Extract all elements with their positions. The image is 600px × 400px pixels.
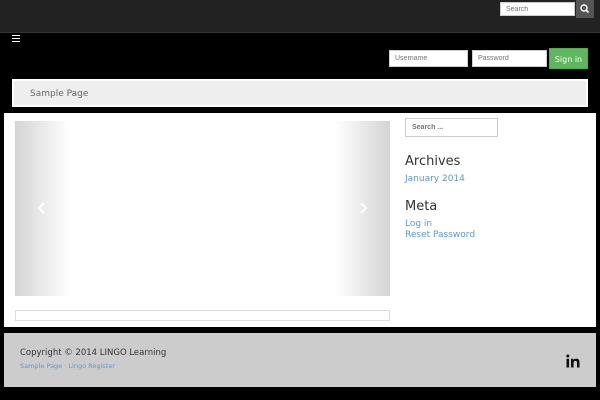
sidebar-search-input[interactable] <box>405 118 498 137</box>
chevron-left-icon[interactable] <box>36 201 48 215</box>
search-icon <box>580 4 590 14</box>
menu-bar <box>12 35 20 36</box>
archives-title: Archives <box>405 154 461 169</box>
linkedin-icon[interactable] <box>566 354 580 368</box>
image-slider <box>15 121 390 296</box>
archive-link-january-2014[interactable]: January 2014 <box>405 174 465 184</box>
slider-caption-box <box>15 310 390 321</box>
login-link[interactable]: Log in <box>405 219 432 229</box>
signin-button[interactable]: Sign in <box>549 48 588 69</box>
copyright-text: Copyright © 2014 LINGO Learning <box>20 348 167 358</box>
username-field[interactable] <box>389 50 468 67</box>
top-search-button[interactable] <box>576 0 594 18</box>
reset-password-link[interactable]: Reset Password <box>405 230 475 240</box>
meta-title: Meta <box>405 199 438 214</box>
footer-links: Sample Page · Lingo Register <box>20 362 115 370</box>
menu-bar <box>12 41 20 42</box>
password-field[interactable] <box>472 50 547 67</box>
chevron-right-icon[interactable] <box>357 201 369 215</box>
top-search-input[interactable] <box>500 2 575 16</box>
menu-bar <box>12 38 20 39</box>
menu-toggle-button[interactable] <box>12 35 20 43</box>
footer: Copyright © 2014 LINGO Learning Sample P… <box>4 333 596 387</box>
footer-link-lingo-register[interactable]: Lingo Register <box>68 362 114 370</box>
main-nav: Sample Page <box>12 79 588 107</box>
main-content: Archives January 2014 Meta Log in Reset … <box>4 113 596 327</box>
top-bar <box>0 0 600 33</box>
nav-item-sample-page[interactable]: Sample Page <box>30 89 88 99</box>
footer-link-sample-page[interactable]: Sample Page <box>20 362 62 370</box>
